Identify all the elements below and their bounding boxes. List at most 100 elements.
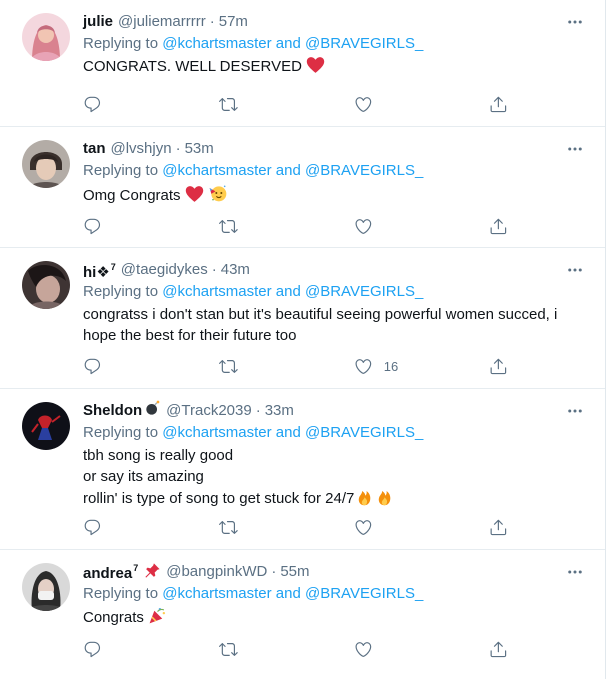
tweet-actions: 16 — [83, 356, 591, 376]
like-icon[interactable] — [354, 639, 373, 659]
tweet[interactable]: tan @lvshjyn · 53m Replying to @kchartsm… — [0, 127, 605, 248]
display-name[interactable]: julie — [83, 12, 113, 32]
tweet-text-line: hope the best for their future too — [83, 327, 297, 344]
reply-timeline: julie @juliemarrrrr · 57m Replying to @k… — [0, 0, 606, 679]
replying-to: Replying to @kchartsmaster and @BRAVEGIR… — [83, 161, 591, 181]
tweet-content: andrea7 @bangpinkWD · 55m Replying to @k… — [83, 562, 591, 631]
display-name[interactable]: andrea7 — [83, 559, 161, 586]
bomb-emoji — [145, 400, 161, 422]
handle[interactable]: @juliemarrrrr — [118, 12, 206, 32]
replying-to-label: Replying to — [83, 283, 159, 300]
tweet-text: Congrats — [83, 606, 591, 631]
replying-to: Replying to @kchartsmaster and @BRAVEGIR… — [83, 282, 591, 302]
avatar[interactable] — [22, 402, 70, 450]
replying-to-label: Replying to — [83, 585, 159, 602]
reply-mention-links[interactable]: @kchartsmaster and @BRAVEGIRLS_ — [162, 585, 423, 602]
tweet-text: CONGRATS. WELL DESERVED — [83, 56, 591, 80]
more-icon[interactable] — [563, 258, 587, 282]
retweet-icon[interactable] — [219, 517, 238, 537]
name-superscript: 7 — [133, 562, 139, 573]
tweet-content: Sheldon @Track2039 · 33m Replying to @kc… — [83, 399, 591, 512]
display-name[interactable]: tan — [83, 139, 106, 159]
timestamp[interactable]: 55m — [280, 562, 309, 582]
reply-icon[interactable] — [83, 356, 102, 376]
tweet-text-line: tbh song is really good — [83, 447, 234, 464]
retweet-icon[interactable] — [219, 356, 238, 376]
tweet[interactable]: hi❖7 @taegidykes · 43m Replying to @kcha… — [0, 248, 605, 389]
tweet-text-line: CONGRATS. WELL DESERVED — [83, 58, 302, 75]
avatar[interactable] — [22, 13, 70, 61]
reply-mention-links[interactable]: @kchartsmaster and @BRAVEGIRLS_ — [162, 162, 423, 179]
avatar[interactable] — [22, 140, 70, 188]
share-icon[interactable] — [489, 517, 508, 537]
timestamp[interactable]: 43m — [221, 260, 250, 280]
avatar[interactable] — [22, 563, 70, 611]
tweet-header: Sheldon @Track2039 · 33m — [83, 400, 591, 422]
tweet-header: tan @lvshjyn · 53m — [83, 139, 591, 159]
display-name[interactable]: Sheldon — [83, 400, 161, 422]
replying-to-label: Replying to — [83, 162, 159, 179]
tweet-text-line: rollin' is type of song to get stuck for… — [83, 490, 355, 507]
display-name-text: andrea — [83, 564, 133, 582]
tweet[interactable]: Sheldon @Track2039 · 33m Replying to @kc… — [0, 389, 605, 550]
retweet-icon[interactable] — [219, 216, 238, 236]
like-icon — [355, 358, 372, 374]
tweet-actions — [83, 94, 591, 114]
tweet[interactable]: andrea7 @bangpinkWD · 55m Replying to @k… — [0, 550, 605, 679]
tweet-text: Omg Congrats — [83, 183, 591, 209]
retweet-icon[interactable] — [219, 94, 238, 114]
reply-icon[interactable] — [83, 216, 102, 236]
share-icon[interactable] — [489, 639, 508, 659]
tweet-text: tbh song is really good or say its amazi… — [83, 445, 591, 512]
reply-icon[interactable] — [83, 639, 102, 659]
handle[interactable]: @taegidykes — [121, 260, 208, 280]
more-icon[interactable] — [563, 560, 587, 584]
share-icon[interactable] — [489, 356, 508, 376]
display-name[interactable]: hi❖7 — [83, 258, 116, 283]
tweet-text-line: or say its amazing — [83, 468, 204, 485]
replying-to-label: Replying to — [83, 35, 159, 52]
reply-icon[interactable] — [83, 517, 102, 537]
tweet-content: julie @juliemarrrrr · 57m Replying to @k… — [83, 12, 591, 80]
red-heart-emoji — [306, 56, 325, 80]
retweet-icon[interactable] — [219, 639, 238, 659]
like-icon[interactable] — [354, 216, 373, 236]
timestamp[interactable]: 33m — [265, 401, 294, 421]
like-icon[interactable] — [354, 517, 373, 537]
reply-mention-links[interactable]: @kchartsmaster and @BRAVEGIRLS_ — [162, 35, 423, 52]
fire-emoji — [375, 487, 394, 512]
tweet-header: andrea7 @bangpinkWD · 55m — [83, 562, 591, 582]
timestamp[interactable]: 57m — [219, 12, 248, 32]
reply-mention-links[interactable]: @kchartsmaster and @BRAVEGIRLS_ — [162, 283, 423, 300]
separator-dot: · — [255, 402, 261, 419]
more-icon[interactable] — [563, 399, 587, 423]
tweet-text: congratss i don't stan but it's beautifu… — [83, 304, 591, 346]
tweet-header: hi❖7 @taegidykes · 43m — [83, 258, 591, 283]
tweet-actions — [83, 639, 591, 659]
share-icon[interactable] — [489, 216, 508, 236]
tweet[interactable]: julie @juliemarrrrr · 57m Replying to @k… — [0, 0, 605, 127]
tweet-text-line: Omg Congrats — [83, 187, 181, 204]
like-button[interactable]: 16 — [354, 356, 398, 376]
reply-icon[interactable] — [83, 94, 102, 114]
avatar[interactable] — [22, 261, 70, 309]
separator-dot: · — [209, 13, 215, 30]
tweet-header: julie @juliemarrrrr · 57m — [83, 12, 591, 32]
handle[interactable]: @bangpinkWD — [166, 562, 267, 582]
replying-to: Replying to @kchartsmaster and @BRAVEGIR… — [83, 34, 591, 54]
party-face-emoji — [208, 183, 228, 209]
timestamp[interactable]: 53m — [185, 139, 214, 159]
separator-dot: · — [211, 261, 217, 278]
more-icon[interactable] — [563, 10, 587, 34]
like-icon[interactable] — [354, 94, 373, 114]
more-icon[interactable] — [563, 137, 587, 161]
separator-dot: · — [271, 563, 277, 580]
like-count: 16 — [383, 358, 399, 374]
reply-mention-links[interactable]: @kchartsmaster and @BRAVEGIRLS_ — [162, 424, 423, 441]
share-icon[interactable] — [489, 94, 508, 114]
display-name-text: hi❖ — [83, 263, 110, 281]
handle[interactable]: @lvshjyn — [111, 139, 172, 159]
handle[interactable]: @Track2039 — [166, 401, 252, 421]
tweet-text-line: Congrats — [83, 609, 144, 626]
tweet-actions — [83, 216, 591, 236]
